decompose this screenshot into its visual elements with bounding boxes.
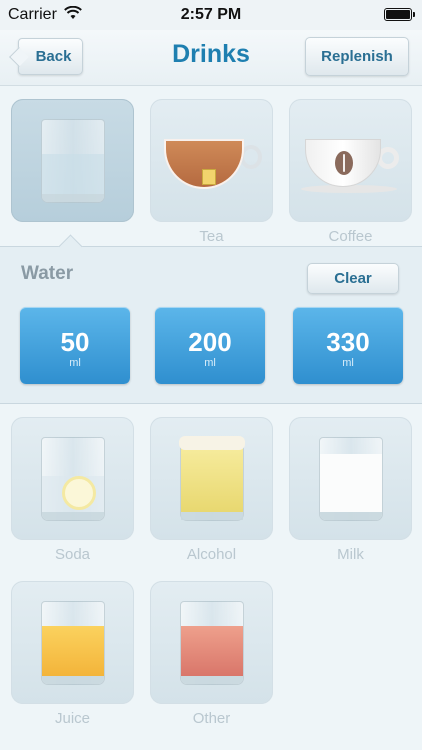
drink-tile-milk[interactable]	[289, 417, 412, 540]
amount-panel: Water Clear 50 ml 200 ml 330 ml	[0, 234, 422, 404]
drink-label-coffee: Coffee	[328, 228, 373, 245]
battery-icon	[384, 8, 415, 21]
drink-label-alcohol: Alcohol	[186, 546, 237, 563]
amount-value: 200	[188, 327, 232, 357]
amount-unit: ml	[204, 357, 216, 369]
soda-glass-icon	[41, 437, 105, 521]
drink-tile-other[interactable]	[150, 581, 273, 704]
water-glass-icon	[41, 119, 105, 203]
replenish-button[interactable]: Replenish	[305, 37, 409, 76]
drink-tile-alcohol[interactable]	[150, 417, 273, 540]
drink-label-milk: Milk	[337, 546, 364, 563]
drink-label-other: Other	[192, 710, 231, 727]
navigation-bar: Back Drinks Replenish	[0, 30, 422, 86]
clock: 2:57 PM	[180, 6, 242, 23]
amount-value: 50	[60, 327, 90, 357]
drink-tile-soda[interactable]	[11, 417, 134, 540]
clear-button[interactable]: Clear	[307, 263, 399, 294]
amount-unit: ml	[69, 357, 81, 369]
amount-button-50[interactable]: 50 ml	[20, 307, 130, 384]
amount-button-200[interactable]: 200 ml	[155, 307, 265, 384]
milk-glass-icon	[319, 437, 383, 521]
status-bar: Carrier 2:57 PM	[0, 0, 422, 30]
beer-glass-icon	[179, 436, 245, 521]
panel-title: Water	[21, 263, 74, 284]
juice-glass-icon	[41, 601, 105, 685]
drink-tile-coffee[interactable]	[289, 99, 412, 222]
drink-tile-tea[interactable]	[150, 99, 273, 222]
drink-label-juice: Juice	[54, 710, 91, 727]
amount-unit: ml	[342, 357, 354, 369]
other-drink-icon	[180, 601, 244, 685]
amount-button-330[interactable]: 330 ml	[293, 307, 403, 384]
drink-tile-juice[interactable]	[11, 581, 134, 704]
drink-tile-water[interactable]	[11, 99, 134, 222]
amount-value: 330	[326, 327, 370, 357]
drink-label-tea: Tea	[199, 228, 224, 245]
drink-label-soda: Soda	[54, 546, 91, 563]
